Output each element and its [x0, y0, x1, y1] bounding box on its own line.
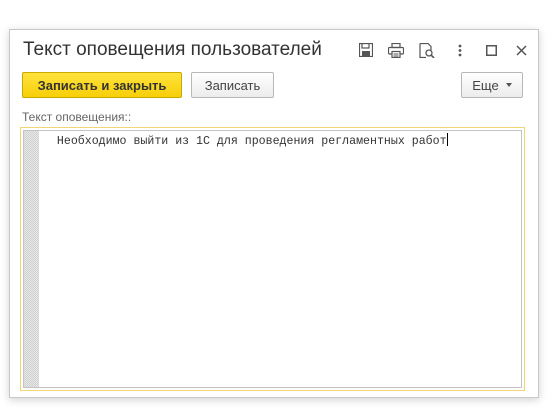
maximize-icon[interactable] [483, 42, 499, 58]
title-bar: Текст оповещения пользователей [10, 30, 538, 68]
notification-text-content[interactable]: Необходимо выйти из 1С для проведения ре… [43, 133, 517, 149]
notification-text-value: Необходимо выйти из 1С для проведения ре… [43, 135, 447, 148]
window-title: Текст оповещения пользователей [23, 39, 322, 60]
print-icon[interactable] [388, 42, 404, 58]
preview-icon[interactable] [419, 42, 435, 58]
more-vertical-icon[interactable] [452, 42, 468, 58]
notification-text-field[interactable]: Необходимо выйти из 1С для проведения ре… [20, 127, 525, 391]
text-editor[interactable]: Необходимо выйти из 1С для проведения ре… [23, 130, 522, 388]
notification-text-label: Текст оповещения:: [22, 110, 132, 124]
editor-gutter [24, 131, 39, 387]
save-and-close-button[interactable]: Записать и закрыть [22, 72, 182, 98]
more-menu-button[interactable]: Еще [461, 72, 523, 98]
save-icon[interactable] [358, 42, 374, 58]
chevron-down-icon [505, 83, 512, 87]
close-icon[interactable] [513, 42, 529, 58]
command-bar: Записать и закрыть Записать Еще [10, 72, 538, 100]
text-cursor [446, 133, 448, 146]
more-menu-label: Еще [472, 77, 499, 93]
save-button[interactable]: Записать [191, 72, 274, 98]
dialog-window: Текст оповещения пользователей Записать … [9, 29, 539, 398]
